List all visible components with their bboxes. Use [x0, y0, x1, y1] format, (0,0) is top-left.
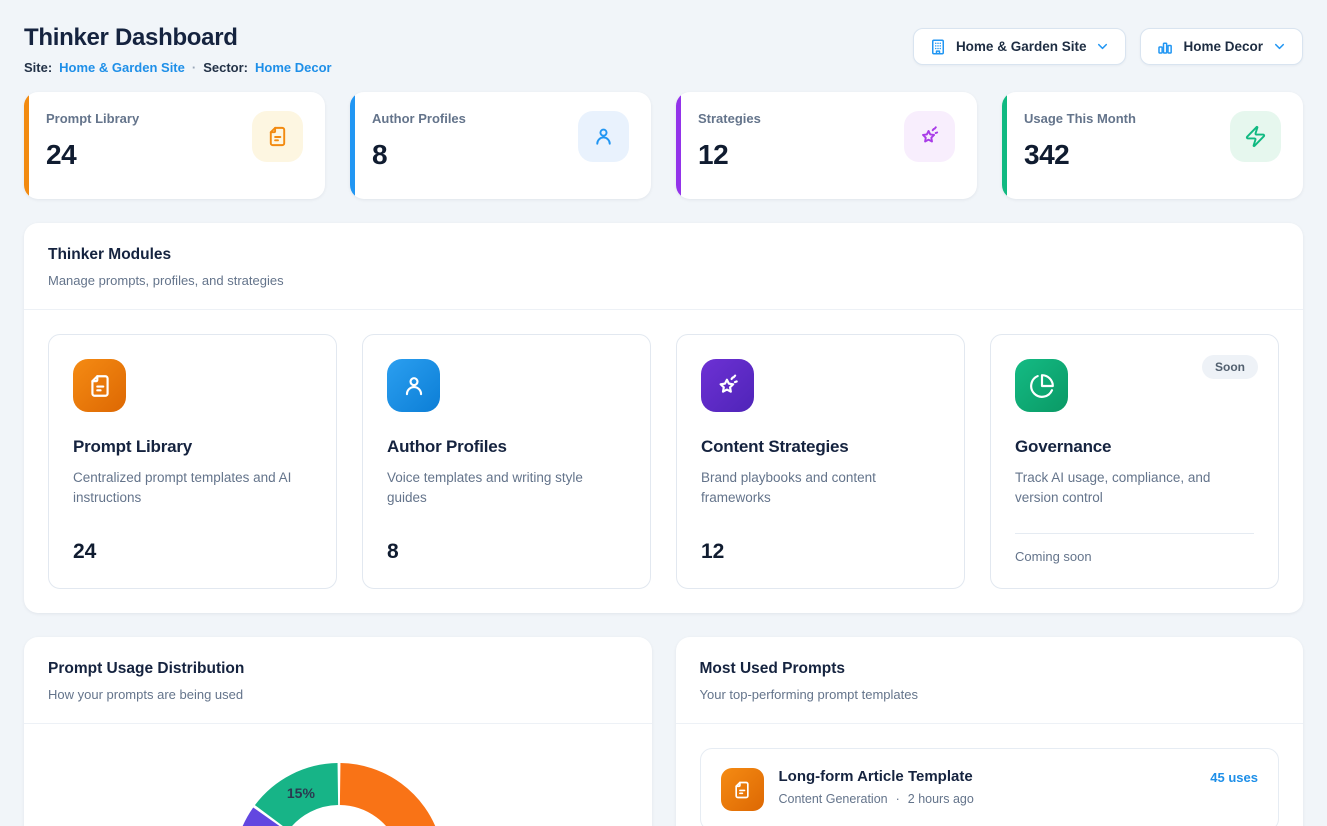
usage-card-header: Prompt Usage Distribution How your promp…: [24, 637, 652, 724]
stat-value: 8: [372, 139, 466, 171]
module-title: Author Profiles: [387, 437, 626, 457]
site-selector-label: Home & Garden Site: [956, 39, 1087, 54]
stat-card-strategies: Strategies 12: [676, 92, 977, 199]
coming-soon-label: Coming soon: [1015, 533, 1254, 564]
module-card-prompt-library[interactable]: Prompt Library Centralized prompt templa…: [48, 334, 337, 589]
sector-selector-label: Home Decor: [1183, 39, 1263, 54]
lightning-icon: [1230, 111, 1281, 162]
prompt-item-body: Long-form Article Template Content Gener…: [779, 768, 1196, 806]
module-description: Voice templates and writing style guides: [387, 468, 626, 509]
donut-segment-purple[interactable]: [255, 820, 270, 826]
module-description: Track AI usage, compliance, and version …: [1015, 468, 1254, 509]
donut-segment-orange[interactable]: [340, 784, 423, 826]
stat-card-prompt-library: Prompt Library 24: [24, 92, 325, 199]
usage-distribution-card: Prompt Usage Distribution How your promp…: [24, 637, 652, 826]
stats-row: Prompt Library 24 Author Profiles 8 Stra…: [24, 92, 1303, 199]
stat-text: Strategies 12: [698, 111, 761, 171]
prompt-meta: Content Generation · 2 hours ago: [779, 792, 1196, 806]
prompt-uses-badge: 45 uses: [1210, 770, 1258, 785]
document-icon: [252, 111, 303, 162]
modules-panel-header: Thinker Modules Manage prompts, profiles…: [24, 223, 1303, 310]
bottom-row: Prompt Usage Distribution How your promp…: [24, 637, 1303, 826]
stat-card-author-profiles: Author Profiles 8: [350, 92, 651, 199]
site-selector-dropdown[interactable]: Home & Garden Site: [913, 28, 1127, 65]
user-icon: [387, 359, 440, 412]
separator-dot: ·: [896, 792, 900, 806]
breadcrumb: Site: Home & Garden Site · Sector: Home …: [24, 60, 332, 75]
stat-value: 342: [1024, 139, 1136, 171]
building-icon: [929, 38, 947, 56]
stat-text: Prompt Library 24: [46, 111, 139, 171]
separator-dot: ·: [192, 60, 196, 75]
most-used-prompts-card: Most Used Prompts Your top-performing pr…: [676, 637, 1304, 826]
chevron-down-icon: [1272, 39, 1287, 54]
stat-label: Author Profiles: [372, 111, 466, 126]
site-link[interactable]: Home & Garden Site: [59, 60, 185, 75]
stat-label: Strategies: [698, 111, 761, 126]
page-header: Thinker Dashboard Site: Home & Garden Si…: [24, 24, 1303, 75]
module-count: 12: [701, 540, 940, 564]
pie-chart-icon: [1015, 359, 1068, 412]
sector-link[interactable]: Home Decor: [255, 60, 332, 75]
sector-selector-dropdown[interactable]: Home Decor: [1140, 28, 1303, 65]
usage-donut-chart[interactable]: 15%: [24, 724, 651, 826]
prompt-time: 2 hours ago: [908, 792, 974, 806]
usage-card-title: Prompt Usage Distribution: [48, 660, 628, 678]
document-icon: [721, 768, 764, 811]
module-description: Centralized prompt templates and AI inst…: [73, 468, 312, 509]
donut-segment-label: 15%: [287, 785, 316, 801]
prompt-list: Long-form Article Template Content Gener…: [676, 724, 1304, 826]
soon-badge: Soon: [1202, 355, 1258, 379]
sparkle-star-icon: [904, 111, 955, 162]
stat-label: Usage This Month: [1024, 111, 1136, 126]
document-icon: [73, 359, 126, 412]
module-card-content-strategies[interactable]: Content Strategies Brand playbooks and c…: [676, 334, 965, 589]
module-card-author-profiles[interactable]: Author Profiles Voice templates and writ…: [362, 334, 651, 589]
sparkle-star-icon: [701, 359, 754, 412]
user-icon: [578, 111, 629, 162]
site-label: Site:: [24, 60, 52, 75]
module-count: 8: [387, 540, 626, 564]
prompt-list-item[interactable]: Long-form Article Template Content Gener…: [700, 748, 1280, 826]
usage-card-subtitle: How your prompts are being used: [48, 687, 628, 702]
page-title: Thinker Dashboard: [24, 24, 332, 52]
bar-chart-icon: [1156, 38, 1174, 56]
module-title: Prompt Library: [73, 437, 312, 457]
module-card-governance[interactable]: Soon Governance Track AI usage, complian…: [990, 334, 1279, 589]
module-description: Brand playbooks and content frameworks: [701, 468, 940, 509]
module-title: Governance: [1015, 437, 1254, 457]
stat-value: 24: [46, 139, 139, 171]
stat-text: Author Profiles 8: [372, 111, 466, 171]
modules-grid: Prompt Library Centralized prompt templa…: [24, 310, 1303, 613]
chart-area: 15%: [24, 724, 652, 826]
stat-value: 12: [698, 139, 761, 171]
module-count: 24: [73, 540, 312, 564]
modules-title: Thinker Modules: [48, 246, 1279, 264]
header-selectors: Home & Garden Site Home Decor: [913, 28, 1303, 65]
chevron-down-icon: [1095, 39, 1110, 54]
prompts-card-title: Most Used Prompts: [700, 660, 1280, 678]
modules-subtitle: Manage prompts, profiles, and strategies: [48, 273, 1279, 288]
thinker-modules-panel: Thinker Modules Manage prompts, profiles…: [24, 223, 1303, 613]
stat-text: Usage This Month 342: [1024, 111, 1136, 171]
module-title: Content Strategies: [701, 437, 940, 457]
dashboard-page: Thinker Dashboard Site: Home & Garden Si…: [0, 0, 1327, 826]
prompt-category: Content Generation: [779, 792, 888, 806]
stat-label: Prompt Library: [46, 111, 139, 126]
prompt-title: Long-form Article Template: [779, 768, 1196, 785]
header-left: Thinker Dashboard Site: Home & Garden Si…: [24, 24, 332, 75]
prompts-card-header: Most Used Prompts Your top-performing pr…: [676, 637, 1304, 724]
prompts-card-subtitle: Your top-performing prompt templates: [700, 687, 1280, 702]
sector-label: Sector:: [203, 60, 248, 75]
stat-card-usage: Usage This Month 342: [1002, 92, 1303, 199]
